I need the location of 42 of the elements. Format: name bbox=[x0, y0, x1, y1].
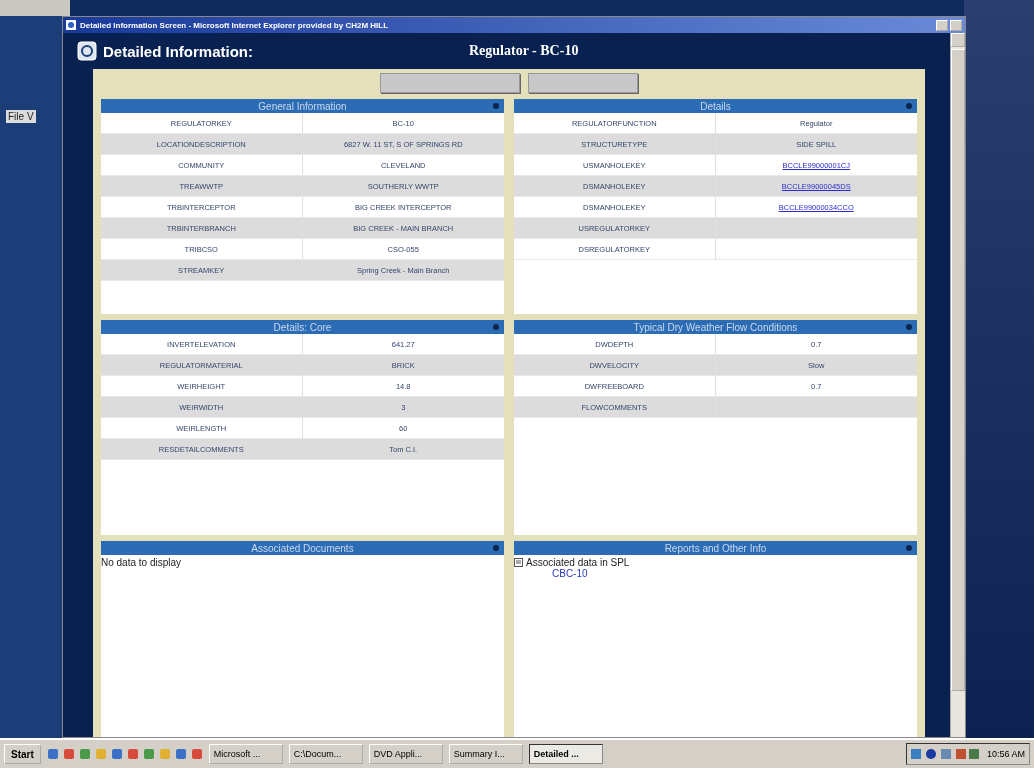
scrollbar[interactable] bbox=[950, 33, 965, 737]
taskbar-button[interactable]: Summary I... bbox=[448, 744, 523, 764]
taskbar-button[interactable]: Detailed ... bbox=[528, 744, 603, 764]
quick-launch-icon[interactable] bbox=[190, 748, 203, 760]
collapse-icon[interactable] bbox=[493, 103, 499, 109]
app-logo-icon bbox=[77, 41, 97, 61]
taskbar-button[interactable]: C:\Docum... bbox=[288, 744, 363, 764]
empty-message: No data to display bbox=[101, 556, 182, 570]
quick-launch-icon[interactable] bbox=[142, 748, 155, 760]
quick-launch-icon[interactable] bbox=[78, 748, 91, 760]
page-heading: Detailed Information: bbox=[103, 42, 254, 60]
minimize-button[interactable] bbox=[936, 19, 948, 31]
collapse-icon[interactable] bbox=[493, 545, 499, 551]
action-button[interactable] bbox=[380, 73, 520, 93]
section-title: Typical Dry Weather Flow Conditions bbox=[633, 321, 798, 333]
section-title: Reports and Other Info bbox=[664, 542, 767, 554]
action-button[interactable] bbox=[528, 73, 638, 93]
report-link[interactable]: CBC-10 bbox=[552, 568, 588, 579]
start-button[interactable]: Start bbox=[4, 744, 41, 764]
collapse-icon[interactable] bbox=[906, 103, 912, 109]
collapse-icon[interactable] bbox=[906, 324, 912, 330]
quick-launch-icon[interactable] bbox=[46, 748, 59, 760]
taskbar-button[interactable]: Microsoft ... bbox=[208, 744, 283, 764]
taskbar-button[interactable]: DVD Appli... bbox=[368, 744, 443, 764]
section-title: Details bbox=[700, 100, 731, 112]
maximize-button[interactable] bbox=[950, 19, 962, 31]
section-title: Details: Core bbox=[273, 321, 332, 333]
section-title: Associated Documents bbox=[251, 542, 354, 554]
quick-launch-icon[interactable] bbox=[174, 748, 187, 760]
menu-item[interactable]: File V bbox=[6, 110, 36, 123]
record-title: Regulator - BC-10 bbox=[469, 43, 579, 59]
section-title: General Information bbox=[258, 100, 347, 112]
collapse-icon[interactable] bbox=[493, 324, 499, 330]
clock: 10:56 AM bbox=[986, 749, 1025, 759]
browser-icon bbox=[66, 20, 76, 30]
tray-icons-drawing bbox=[910, 748, 981, 760]
quick-launch-icon[interactable] bbox=[126, 748, 139, 760]
window-title: Detailed Information Screen - Microsoft Internet Explorer provided by CH2M HILL bbox=[80, 20, 390, 30]
quick-launch-icon[interactable] bbox=[110, 748, 123, 760]
quick-launch-icon[interactable] bbox=[62, 748, 75, 760]
collapse-icon[interactable] bbox=[906, 545, 912, 551]
report-label: Associated data in SPL bbox=[526, 557, 630, 568]
